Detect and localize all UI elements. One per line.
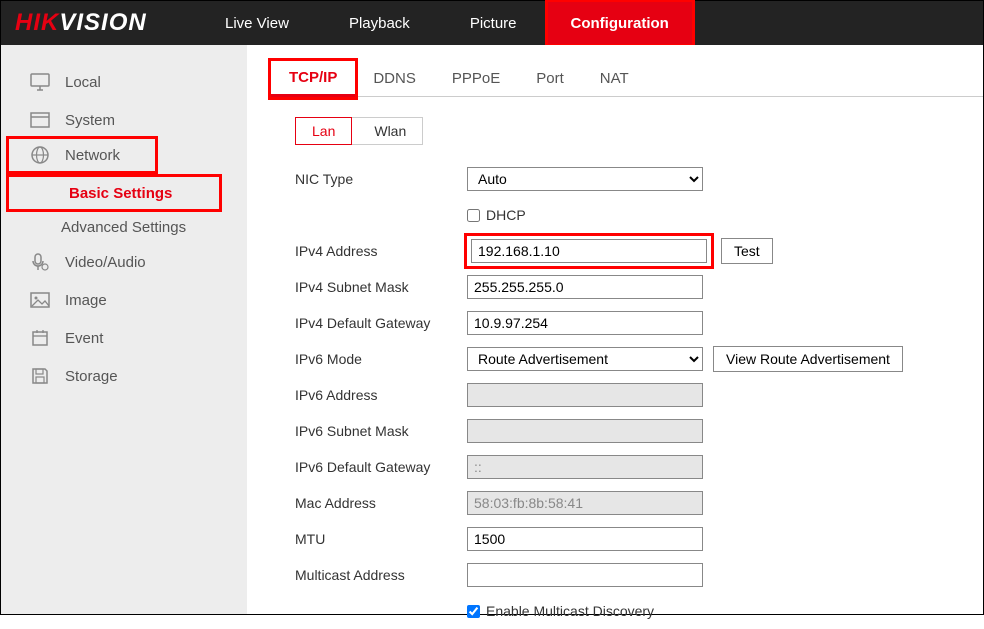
header: HIKVISION Live View Playback Picture Con… bbox=[1, 1, 983, 45]
sidebar-item-event[interactable]: Event bbox=[1, 319, 247, 357]
sidebar-item-label: Video/Audio bbox=[65, 254, 146, 271]
mac-address-input bbox=[467, 491, 703, 515]
sidebar-item-storage[interactable]: Storage bbox=[1, 357, 247, 395]
subtabs: TCP/IP DDNS PPPoE Port NAT bbox=[271, 61, 983, 97]
subtab-ddns[interactable]: DDNS bbox=[355, 61, 434, 97]
mtu-label: MTU bbox=[295, 531, 467, 547]
sidebar-item-network[interactable]: Network bbox=[9, 139, 155, 171]
sidebar-item-image[interactable]: Image bbox=[1, 281, 247, 319]
container: Local System Network Basic Settings Adva… bbox=[1, 45, 983, 614]
sidebar-item-label: Local bbox=[65, 74, 101, 91]
sidebar-item-label: System bbox=[65, 112, 115, 129]
sidebar-sub-label: Basic Settings bbox=[69, 185, 172, 202]
ipv6-address-label: IPv6 Address bbox=[295, 387, 467, 403]
tab-lan[interactable]: Lan bbox=[295, 117, 352, 145]
main: TCP/IP DDNS PPPoE Port NAT Lan Wlan NIC … bbox=[247, 45, 983, 614]
sidebar-sub-label: Advanced Settings bbox=[61, 219, 186, 236]
dhcp-label: DHCP bbox=[486, 207, 526, 223]
sidebar-item-label: Event bbox=[65, 330, 103, 347]
ipv6-mode-label: IPv6 Mode bbox=[295, 351, 467, 367]
multicast-address-input[interactable] bbox=[467, 563, 703, 587]
ipv4-gateway-label: IPv4 Default Gateway bbox=[295, 315, 467, 331]
subtab-port[interactable]: Port bbox=[518, 61, 582, 97]
ipv6-subnet-label: IPv6 Subnet Mask bbox=[295, 423, 467, 439]
subtab-nat[interactable]: NAT bbox=[582, 61, 647, 97]
nic-type-label: NIC Type bbox=[295, 171, 467, 187]
window-icon bbox=[29, 109, 51, 131]
ipv4-address-label: IPv4 Address bbox=[295, 243, 467, 259]
sidebar-item-system[interactable]: System bbox=[1, 101, 247, 139]
sidebar-item-label: Image bbox=[65, 292, 107, 309]
logo-hik: HIK bbox=[15, 9, 59, 36]
dhcp-checkbox[interactable] bbox=[467, 209, 480, 222]
logo-vision: VISION bbox=[59, 9, 146, 36]
view-route-button[interactable]: View Route Advertisement bbox=[713, 346, 903, 372]
ipv6-subnet-input bbox=[467, 419, 703, 443]
ipv6-gateway-input bbox=[467, 455, 703, 479]
multicast-address-label: Multicast Address bbox=[295, 567, 467, 583]
ipv6-gateway-label: IPv6 Default Gateway bbox=[295, 459, 467, 475]
topnav-picture[interactable]: Picture bbox=[440, 1, 547, 45]
sidebar: Local System Network Basic Settings Adva… bbox=[1, 45, 247, 614]
mac-address-label: Mac Address bbox=[295, 495, 467, 511]
sidebar-item-video-audio[interactable]: Video/Audio bbox=[1, 243, 247, 281]
sidebar-item-local[interactable]: Local bbox=[1, 63, 247, 101]
sidebar-sub-advanced-settings[interactable]: Advanced Settings bbox=[1, 211, 247, 243]
monitor-icon bbox=[29, 71, 51, 93]
enable-multicast-checkbox[interactable] bbox=[467, 605, 480, 618]
tab-wlan[interactable]: Wlan bbox=[352, 117, 423, 145]
ipv4-address-input[interactable] bbox=[471, 239, 707, 263]
ipv4-gateway-input[interactable] bbox=[467, 311, 703, 335]
topnav-live-view[interactable]: Live View bbox=[195, 1, 319, 45]
ipv6-mode-select[interactable]: Route Advertisement bbox=[467, 347, 703, 371]
subtab-pppoe[interactable]: PPPoE bbox=[434, 61, 518, 97]
lan-wlan-tabs: Lan Wlan bbox=[295, 117, 983, 145]
sidebar-item-label: Storage bbox=[65, 368, 118, 385]
image-icon bbox=[29, 289, 51, 311]
mic-icon bbox=[29, 251, 51, 273]
topnav-configuration[interactable]: Configuration bbox=[547, 1, 693, 45]
save-icon bbox=[29, 365, 51, 387]
subtab-tcpip[interactable]: TCP/IP bbox=[271, 61, 355, 97]
nic-type-select[interactable]: Auto bbox=[467, 167, 703, 191]
topnav-playback[interactable]: Playback bbox=[319, 1, 440, 45]
globe-icon bbox=[29, 144, 51, 166]
enable-multicast-label: Enable Multicast Discovery bbox=[486, 603, 654, 619]
topnav: Live View Playback Picture Configuration bbox=[195, 1, 693, 45]
mtu-input[interactable] bbox=[467, 527, 703, 551]
ipv6-address-input bbox=[467, 383, 703, 407]
ipv4-subnet-label: IPv4 Subnet Mask bbox=[295, 279, 467, 295]
sidebar-item-label: Network bbox=[65, 147, 120, 164]
logo: HIKVISION bbox=[15, 9, 195, 37]
test-button[interactable]: Test bbox=[721, 238, 773, 264]
calendar-icon bbox=[29, 327, 51, 349]
sidebar-sub-basic-settings[interactable]: Basic Settings bbox=[9, 177, 219, 209]
ipv4-subnet-input[interactable] bbox=[467, 275, 703, 299]
